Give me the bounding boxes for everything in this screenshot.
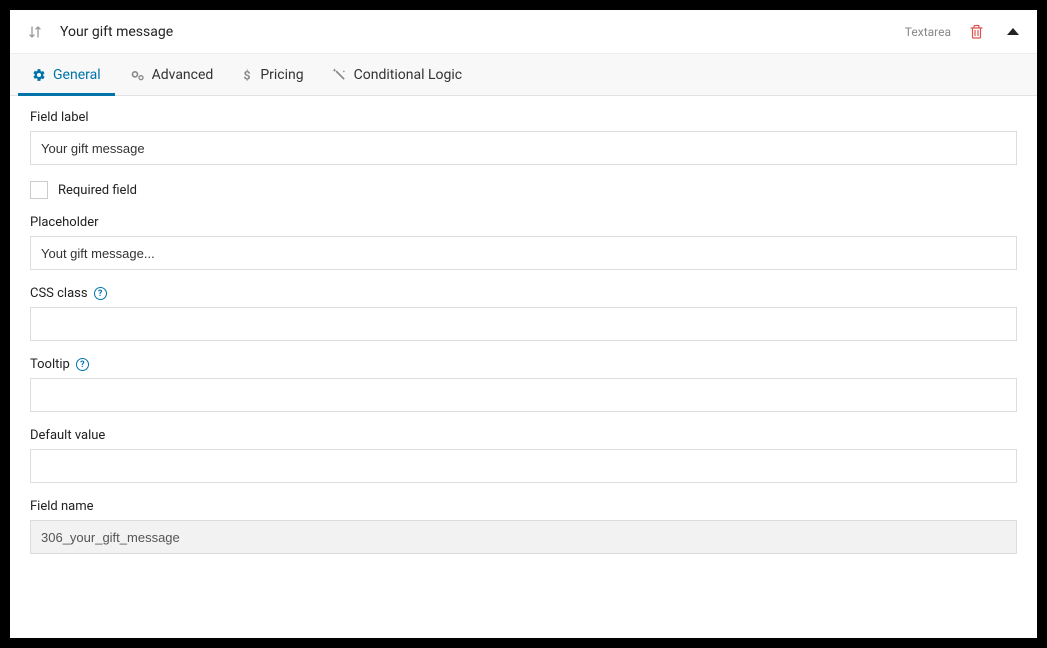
css-class-input[interactable] (30, 307, 1017, 341)
tab-pricing[interactable]: $ Pricing (227, 54, 317, 95)
tooltip-row: Tooltip ? (30, 357, 1017, 412)
wand-icon (332, 67, 347, 82)
field-name-input (30, 520, 1017, 554)
css-class-row: CSS class ? (30, 286, 1017, 341)
field-settings-panel: Your gift message Textarea General Advan… (10, 10, 1037, 638)
tooltip-label: Tooltip ? (30, 357, 1017, 372)
tab-label: Conditional Logic (354, 67, 462, 83)
tab-advanced[interactable]: Advanced (115, 54, 228, 95)
dollar-icon: $ (241, 68, 253, 82)
drag-handle-icon[interactable] (28, 25, 50, 39)
required-checkbox[interactable] (30, 181, 48, 199)
panel-title: Your gift message (60, 24, 905, 40)
field-label-row: Field label (30, 110, 1017, 165)
tab-conditional-logic[interactable]: Conditional Logic (318, 54, 476, 95)
default-value-row: Default value (30, 428, 1017, 483)
help-icon[interactable]: ? (94, 287, 107, 300)
tab-label: General (53, 67, 101, 83)
svg-text:$: $ (244, 68, 251, 82)
required-row: Required field (30, 181, 1017, 199)
field-label-label: Field label (30, 110, 1017, 125)
help-icon[interactable]: ? (76, 358, 89, 371)
tabs-bar: General Advanced $ Pricing Conditional L… (10, 54, 1037, 96)
default-value-input[interactable] (30, 449, 1017, 483)
default-value-label: Default value (30, 428, 1017, 443)
field-label-input[interactable] (30, 131, 1017, 165)
tab-label: Pricing (260, 67, 303, 83)
field-name-row: Field name (30, 499, 1017, 554)
field-name-label: Field name (30, 499, 1017, 514)
gear-icon (32, 68, 46, 82)
field-type-badge: Textarea (905, 25, 951, 39)
required-label: Required field (58, 183, 137, 198)
placeholder-input[interactable] (30, 236, 1017, 270)
placeholder-label: Placeholder (30, 215, 1017, 230)
panel-header: Your gift message Textarea (10, 10, 1037, 54)
collapse-toggle[interactable] (1007, 28, 1019, 35)
tooltip-input[interactable] (30, 378, 1017, 412)
gears-icon (129, 68, 145, 82)
css-class-label: CSS class ? (30, 286, 1017, 301)
placeholder-row: Placeholder (30, 215, 1017, 270)
trash-icon (969, 24, 984, 40)
tab-label: Advanced (152, 67, 214, 83)
delete-button[interactable] (967, 23, 985, 41)
tab-general[interactable]: General (18, 54, 115, 95)
form-body: Field label Required field Placeholder C… (10, 96, 1037, 590)
